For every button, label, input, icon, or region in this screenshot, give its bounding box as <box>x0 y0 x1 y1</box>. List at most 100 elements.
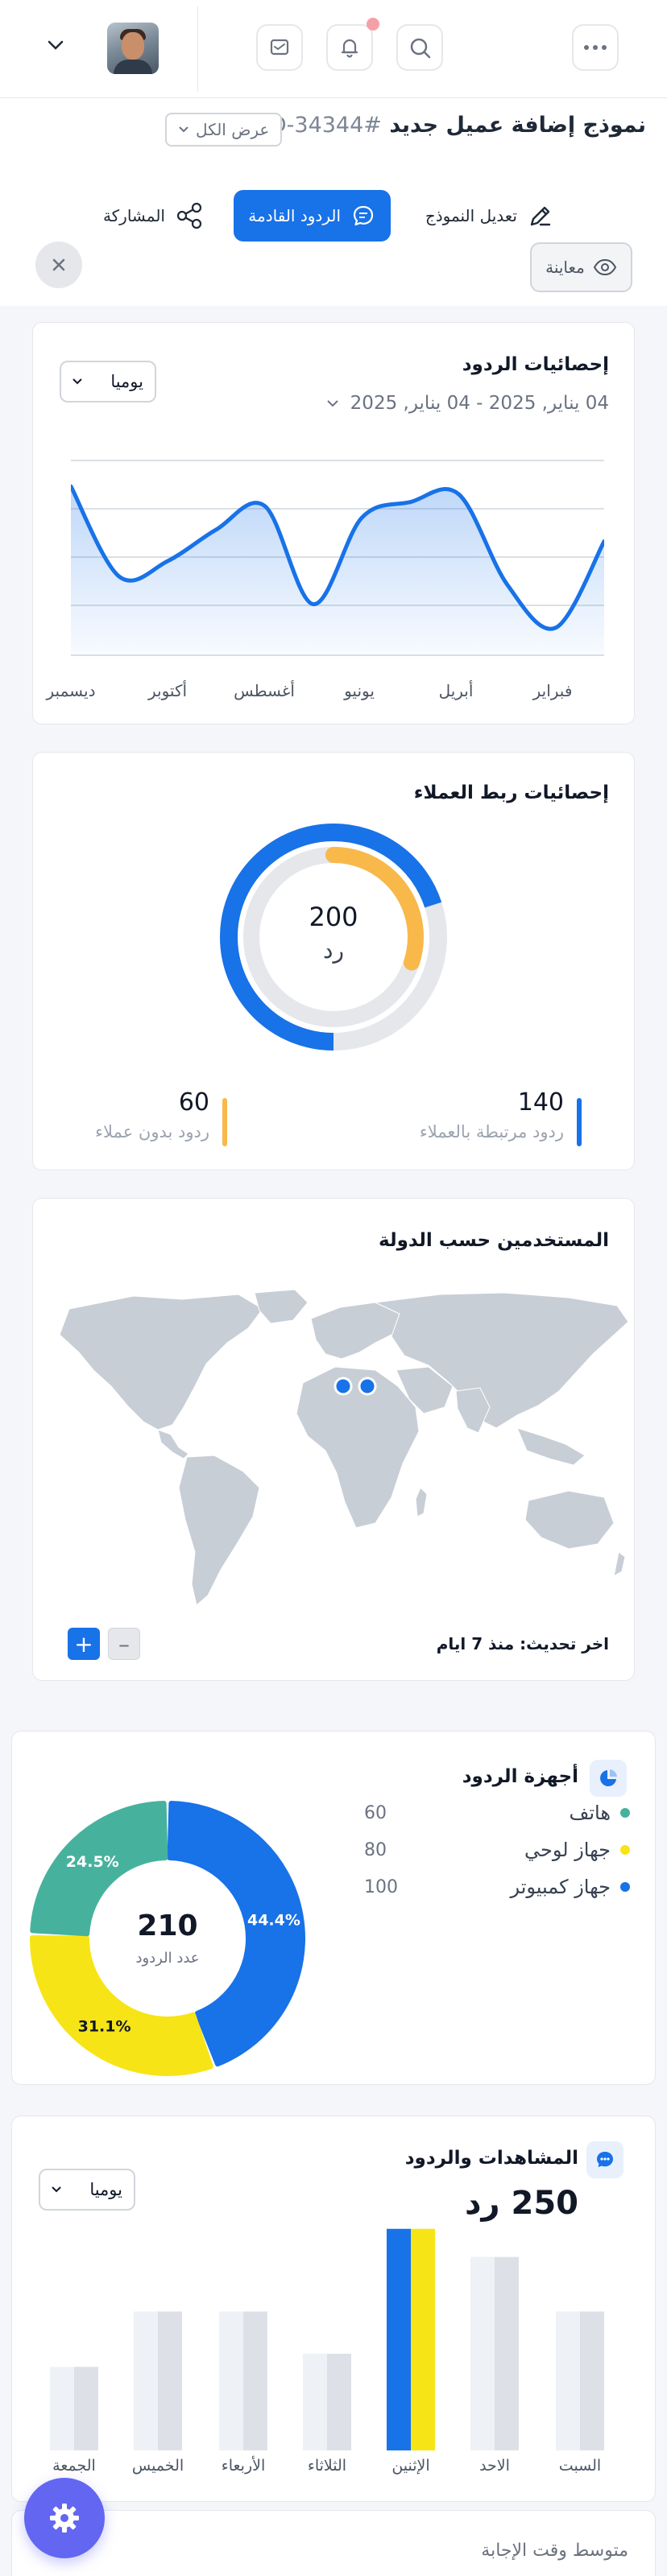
gear-icon <box>50 2504 79 2533</box>
profile-dropdown-toggle[interactable] <box>47 39 64 54</box>
day-label: الخميس <box>131 2457 184 2475</box>
tab-share[interactable]: المشاركة <box>103 190 204 242</box>
bar-views[interactable] <box>219 2311 243 2450</box>
page-title-text: نموذج إضافة عميل جديد <box>389 113 646 138</box>
responses-period-select[interactable]: يوميا <box>60 361 156 402</box>
messages-button[interactable] <box>256 24 303 71</box>
search-button[interactable] <box>396 24 443 71</box>
views-total: 250 رد <box>465 2185 578 2222</box>
chevron-down-icon <box>48 40 64 50</box>
linked-legend-bar <box>577 1098 582 1146</box>
bar-responses[interactable] <box>243 2311 267 2450</box>
more-options-button[interactable] <box>572 24 619 71</box>
month-label: أغسطس <box>234 681 295 700</box>
device-legend-item: جهاز لوحي 80 <box>364 1835 630 1864</box>
more-dots-icon <box>584 45 607 50</box>
legend-dot <box>620 1808 630 1818</box>
search-icon <box>410 38 431 59</box>
header-divider <box>197 6 198 92</box>
bar-views[interactable] <box>470 2256 495 2450</box>
device-name: جهاز لوحي <box>524 1839 611 1861</box>
slice-pct-label: 24.5% <box>66 1853 119 1871</box>
bar-views[interactable] <box>387 2228 411 2450</box>
last-update-text: اخر تحديث: منذ 7 ايام <box>436 1634 609 1653</box>
bar-views[interactable] <box>134 2311 158 2450</box>
world-map <box>59 1289 629 1606</box>
device-name: هاتف <box>569 1802 611 1824</box>
bar-responses[interactable] <box>495 2256 519 2450</box>
settings-fab[interactable] <box>24 2478 105 2558</box>
device-name: جهاز كمبيوتر <box>510 1876 611 1898</box>
device-legend-item: هاتف 60 <box>364 1798 630 1827</box>
notifications-button[interactable] <box>326 24 373 71</box>
day-label: الجمعة <box>52 2457 96 2475</box>
device-value: 80 <box>364 1839 387 1860</box>
device-value: 100 <box>364 1876 398 1897</box>
zoom-in-button[interactable]: + <box>68 1628 100 1660</box>
unlinked-count: 60 <box>178 1088 209 1117</box>
page-title: نموذج إضافة عميل جديد ID-34344# <box>263 113 646 138</box>
australia-shape <box>524 1490 615 1550</box>
month-label: ديسمبر <box>46 681 96 700</box>
bar-responses[interactable] <box>411 2228 435 2450</box>
users-by-country-title: المستخدمين حسب الدولة <box>379 1230 609 1251</box>
linked-count: 140 <box>517 1088 564 1117</box>
unlinked-label: ردود بدون عملاء <box>95 1122 209 1141</box>
south-america-shape <box>178 1455 260 1606</box>
tab-incoming-responses[interactable]: الردود القادمة <box>234 190 391 242</box>
close-icon <box>52 258 65 271</box>
eye-icon <box>593 258 617 276</box>
africa-shape <box>296 1366 420 1529</box>
bar-responses[interactable] <box>158 2311 182 2450</box>
north-america-shape <box>59 1294 263 1430</box>
bar-views[interactable] <box>556 2311 580 2450</box>
device-legend-item: جهاز كمبيوتر 100 <box>364 1872 630 1901</box>
period-select-value: يوميا <box>110 372 143 391</box>
clients-stats-title: إحصائيات ربط العملاء <box>413 782 609 803</box>
tab-edit-form-label: تعديل النموذج <box>425 206 517 225</box>
responses-area-chart <box>71 460 604 656</box>
clients-total-unit: رد <box>323 937 344 964</box>
linked-label: ردود مرتبطة بالعملاء <box>419 1122 564 1141</box>
bar-responses[interactable] <box>327 2353 351 2450</box>
responses-stats-title: إحصائيات الردود <box>462 354 609 375</box>
top-bar <box>0 0 667 98</box>
views-period-select[interactable]: يوميا <box>39 2169 135 2211</box>
clients-total: 200 <box>309 902 358 932</box>
chat-stats-icon <box>586 2141 624 2178</box>
bar-responses[interactable] <box>74 2367 98 2450</box>
month-label: يونيو <box>344 681 375 700</box>
chevron-down-icon <box>72 378 82 385</box>
date-range-text: 04 يناير, 2025 - 04 يناير, 2025 <box>350 393 609 414</box>
tab-share-label: المشاركة <box>102 206 165 225</box>
southeast-asia-shape <box>516 1427 586 1466</box>
close-button[interactable] <box>35 242 82 288</box>
bar-views[interactable] <box>50 2367 74 2450</box>
tab-edit-form[interactable]: تعديل النموذج <box>425 190 554 242</box>
madagascar-shape <box>415 1487 428 1517</box>
view-all-dropdown[interactable]: عرض الكل <box>165 113 283 147</box>
view-all-label: عرض الكل <box>196 120 270 139</box>
preview-button[interactable]: معاينة <box>530 242 632 292</box>
devices-total: 210 <box>137 1909 198 1942</box>
share-icon <box>176 202 202 229</box>
views-title: المشاهدات والردود <box>404 2148 578 2169</box>
slice-pct-label: 31.1% <box>78 2018 131 2036</box>
legend-dot <box>620 1845 630 1855</box>
bar-views[interactable] <box>303 2353 327 2450</box>
devices-title: أجهزة الردود <box>462 1766 578 1787</box>
period-select-value: يوميا <box>89 2180 122 2199</box>
device-value: 60 <box>364 1802 387 1823</box>
devices-total-label: عدد الردود <box>135 1950 200 1967</box>
day-label: الأربعاء <box>221 2457 266 2475</box>
pie-chart-icon <box>590 1760 627 1797</box>
zoom-out-button[interactable]: – <box>108 1628 140 1660</box>
date-range-picker[interactable]: 04 يناير, 2025 - 04 يناير, 2025 <box>326 393 609 414</box>
bar-responses[interactable] <box>580 2311 604 2450</box>
bell-icon <box>341 39 358 58</box>
unlinked-legend-bar <box>222 1098 227 1146</box>
new-zealand-shape <box>613 1551 626 1578</box>
user-avatar[interactable] <box>107 23 159 74</box>
chevron-down-icon <box>179 126 188 133</box>
views-bar-chart <box>50 2228 604 2450</box>
